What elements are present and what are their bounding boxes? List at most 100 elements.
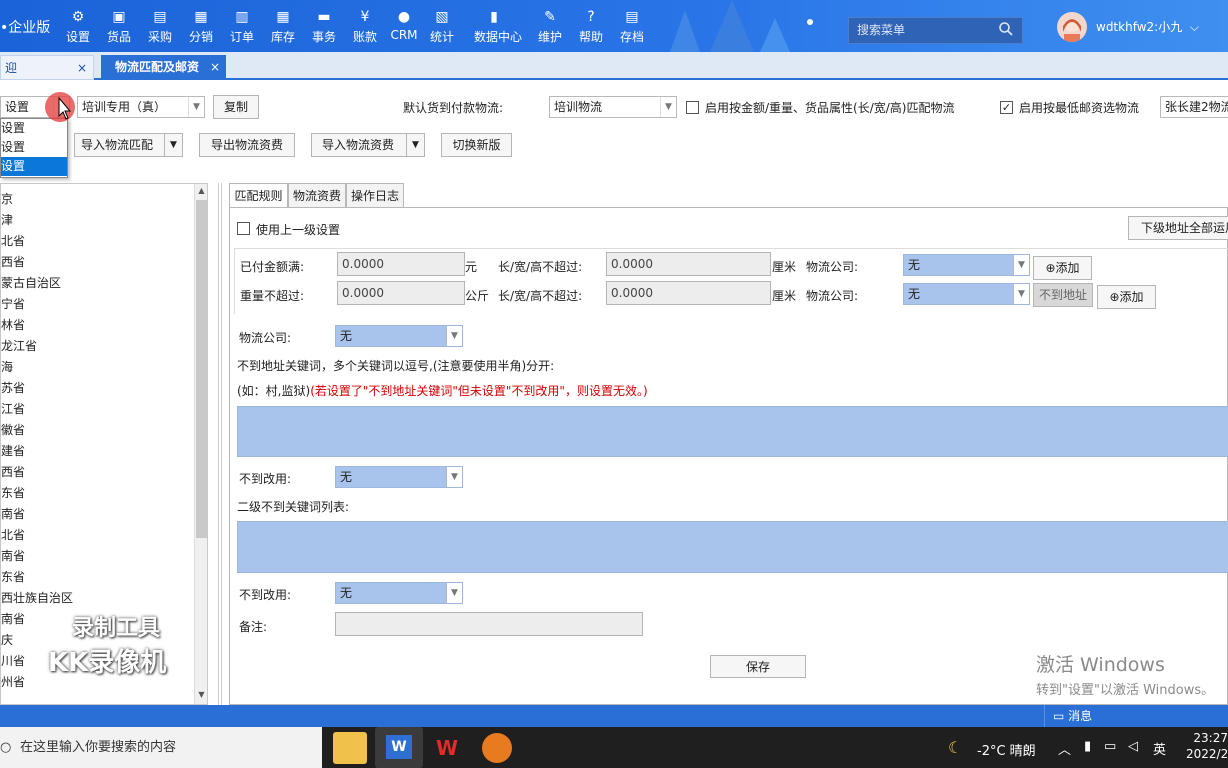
add-button-1[interactable]: ⊕添加 bbox=[1033, 256, 1092, 280]
company-select-1[interactable]: 无 ▼ bbox=[903, 254, 1030, 276]
chevron-down-icon[interactable]: ▼ bbox=[164, 134, 182, 156]
weather-text[interactable]: -2°C 晴朗 bbox=[977, 740, 1036, 759]
tree-item-province[interactable]: 徽省 bbox=[1, 421, 25, 438]
nav-yen[interactable]: ¥ 账款 bbox=[345, 8, 385, 45]
fallback-select-1[interactable]: 无 ▼ bbox=[335, 466, 463, 488]
panel-splitter[interactable] bbox=[218, 183, 222, 705]
lwh-input-2[interactable]: 0.0000 bbox=[606, 281, 771, 305]
taskbar-active-app[interactable]: W bbox=[375, 727, 423, 768]
paid-amount-input[interactable]: 0.0000 bbox=[337, 252, 465, 276]
user-avatar[interactable] bbox=[1057, 12, 1087, 42]
dropdown-option-selected[interactable]: 设置 bbox=[1, 157, 67, 176]
tab-welcome[interactable]: 迎 × bbox=[0, 55, 94, 80]
tree-item-province[interactable]: 南省 bbox=[1, 505, 25, 522]
nav-wrench[interactable]: ✎ 维护 bbox=[530, 8, 570, 45]
shop-select[interactable]: 培训专用（真） ▼ bbox=[77, 96, 205, 118]
taskbar-search[interactable]: ○ 在这里输入你要搜索的内容 bbox=[0, 727, 322, 768]
tree-item-province[interactable]: 庆 bbox=[1, 631, 13, 648]
nav-gear[interactable]: ⚙ 设置 bbox=[58, 8, 98, 45]
file-explorer-icon[interactable] bbox=[333, 732, 367, 764]
tree-item-province[interactable]: 京 bbox=[1, 190, 13, 207]
apply-to-sub-address-button[interactable]: 下级地址全部运用 bbox=[1128, 216, 1228, 240]
tree-item-province[interactable]: 北省 bbox=[1, 526, 25, 543]
dropdown-option[interactable]: 设置 bbox=[1, 138, 67, 157]
clock[interactable]: 23:27 2022/2/2 bbox=[1186, 730, 1228, 762]
import-logistics-match-button[interactable]: 导入物流匹配 ▼ bbox=[74, 133, 183, 157]
tree-item-province[interactable]: 西省 bbox=[1, 463, 25, 480]
scrollbar-thumb[interactable] bbox=[196, 200, 207, 538]
microphone-icon[interactable]: ▮ bbox=[1084, 739, 1091, 754]
tree-item-province[interactable]: 江省 bbox=[1, 400, 25, 417]
scroll-up-icon[interactable]: ▲ bbox=[196, 184, 207, 198]
wps-app-icon[interactable]: W bbox=[430, 732, 464, 764]
logistics-company-select[interactable]: 无 ▼ bbox=[335, 325, 463, 347]
tree-item-province[interactable]: 龙江省 bbox=[1, 337, 37, 354]
tree-item-province[interactable]: 宁省 bbox=[1, 295, 25, 312]
copy-button[interactable]: 复制 bbox=[213, 95, 259, 119]
tree-item-province[interactable]: 川省 bbox=[1, 652, 25, 669]
close-icon[interactable]: × bbox=[210, 55, 220, 80]
tree-item-province[interactable]: 西省 bbox=[1, 253, 25, 270]
tree-item-province[interactable]: 州省 bbox=[1, 673, 25, 690]
fallback-select-2[interactable]: 无 ▼ bbox=[335, 582, 463, 604]
tab-matching-rules[interactable]: 匹配规则 bbox=[229, 183, 288, 209]
recorder-app-icon[interactable] bbox=[482, 733, 512, 763]
tree-item-province[interactable]: 东省 bbox=[1, 568, 25, 585]
matching-rules-form: 使用上一级设置 下级地址全部运用 已付金额满: 0.0000 元 长/宽/高不超… bbox=[229, 207, 1228, 705]
tab-logistics-matching[interactable]: 物流匹配及邮资 × bbox=[101, 55, 226, 80]
tab-operation-log[interactable]: 操作日志 bbox=[346, 183, 404, 208]
volume-icon[interactable]: ◁ bbox=[1128, 739, 1138, 754]
tab-logistics-fee[interactable]: 物流资费 bbox=[288, 183, 346, 208]
remark-input[interactable] bbox=[335, 612, 643, 636]
tree-item-province[interactable]: 林省 bbox=[1, 316, 25, 333]
tree-item-province[interactable]: 北省 bbox=[1, 232, 25, 249]
chevron-down-icon[interactable]: ▼ bbox=[406, 134, 424, 156]
use-parent-setting-checkbox[interactable] bbox=[237, 222, 250, 235]
scroll-down-icon[interactable]: ▼ bbox=[196, 688, 207, 702]
add-button-2[interactable]: ⊕添加 bbox=[1097, 285, 1156, 309]
default-logistics-select[interactable]: 培训物流 ▼ bbox=[549, 96, 677, 118]
nav-message[interactable]: ▬ 事务 bbox=[304, 8, 344, 45]
not-reach-address-button[interactable]: 不到地址 bbox=[1033, 283, 1093, 307]
nav-bar-chart[interactable]: ▮ 数据中心 bbox=[474, 8, 522, 45]
nav-box[interactable]: ▣ 货品 bbox=[99, 8, 139, 45]
not-reach-keywords-textarea[interactable] bbox=[237, 406, 1228, 457]
second-level-keywords-textarea[interactable] bbox=[237, 521, 1228, 573]
nav-distribution[interactable]: ▦ 分销 bbox=[181, 8, 221, 45]
company-select-2[interactable]: 无 ▼ bbox=[903, 283, 1030, 305]
switch-new-version-button[interactable]: 切换新版 bbox=[441, 133, 512, 157]
nav-person[interactable]: ● CRM bbox=[384, 8, 424, 42]
tree-item-province[interactable]: 南省 bbox=[1, 547, 25, 564]
nav-warehouse[interactable]: ▦ 库存 bbox=[263, 8, 303, 45]
tree-item-province[interactable]: 蒙古自治区 bbox=[1, 274, 61, 291]
tree-item-province[interactable]: 津 bbox=[1, 211, 13, 228]
vertical-scrollbar[interactable]: ▲ ▼ bbox=[194, 184, 207, 704]
nav-cart[interactable]: ▤ 采购 bbox=[140, 8, 180, 45]
tree-item-province[interactable]: 东省 bbox=[1, 484, 25, 501]
lowest-postage-logistics-select[interactable]: 张长建2物流 bbox=[1160, 96, 1228, 118]
search-icon[interactable] bbox=[998, 21, 1014, 37]
tree-item-province[interactable]: 苏省 bbox=[1, 379, 25, 396]
user-menu[interactable]: wdtkhfw2:小九 ⌵ bbox=[1096, 18, 1199, 35]
input-method-indicator[interactable]: 英 bbox=[1153, 739, 1166, 758]
tree-item-province[interactable]: 建省 bbox=[1, 442, 25, 459]
nav-stats[interactable]: ▧ 统计 bbox=[422, 8, 462, 45]
export-logistics-fee-button[interactable]: 导出物流资费 bbox=[199, 133, 295, 157]
network-icon[interactable]: ▭ bbox=[1104, 739, 1116, 754]
enable-attribute-matching-checkbox[interactable] bbox=[686, 101, 699, 114]
enable-lowest-postage-checkbox[interactable]: ✓ bbox=[1000, 101, 1013, 114]
close-icon[interactable]: × bbox=[77, 56, 87, 81]
lwh-input-1[interactable]: 0.0000 bbox=[606, 252, 771, 276]
menu-search-input[interactable]: 搜索菜单 bbox=[848, 17, 1023, 44]
save-button[interactable]: 保存 bbox=[710, 655, 806, 678]
tree-item-province[interactable]: 南省 bbox=[1, 610, 25, 627]
tree-item-province[interactable]: 西壮族自治区 bbox=[1, 589, 73, 606]
import-logistics-fee-button[interactable]: 导入物流资费 ▼ bbox=[311, 133, 425, 157]
nav-help[interactable]: ? 帮助 bbox=[571, 8, 611, 45]
nav-archive[interactable]: ▤ 存档 bbox=[612, 8, 652, 45]
messages-button[interactable]: ▭ 消息 bbox=[1044, 705, 1228, 727]
tree-item-province[interactable]: 海 bbox=[1, 358, 13, 375]
nav-order[interactable]: ▥ 订单 bbox=[222, 8, 262, 45]
weight-input[interactable]: 0.0000 bbox=[337, 281, 465, 305]
chevron-up-icon[interactable]: ︿ bbox=[1058, 739, 1071, 758]
